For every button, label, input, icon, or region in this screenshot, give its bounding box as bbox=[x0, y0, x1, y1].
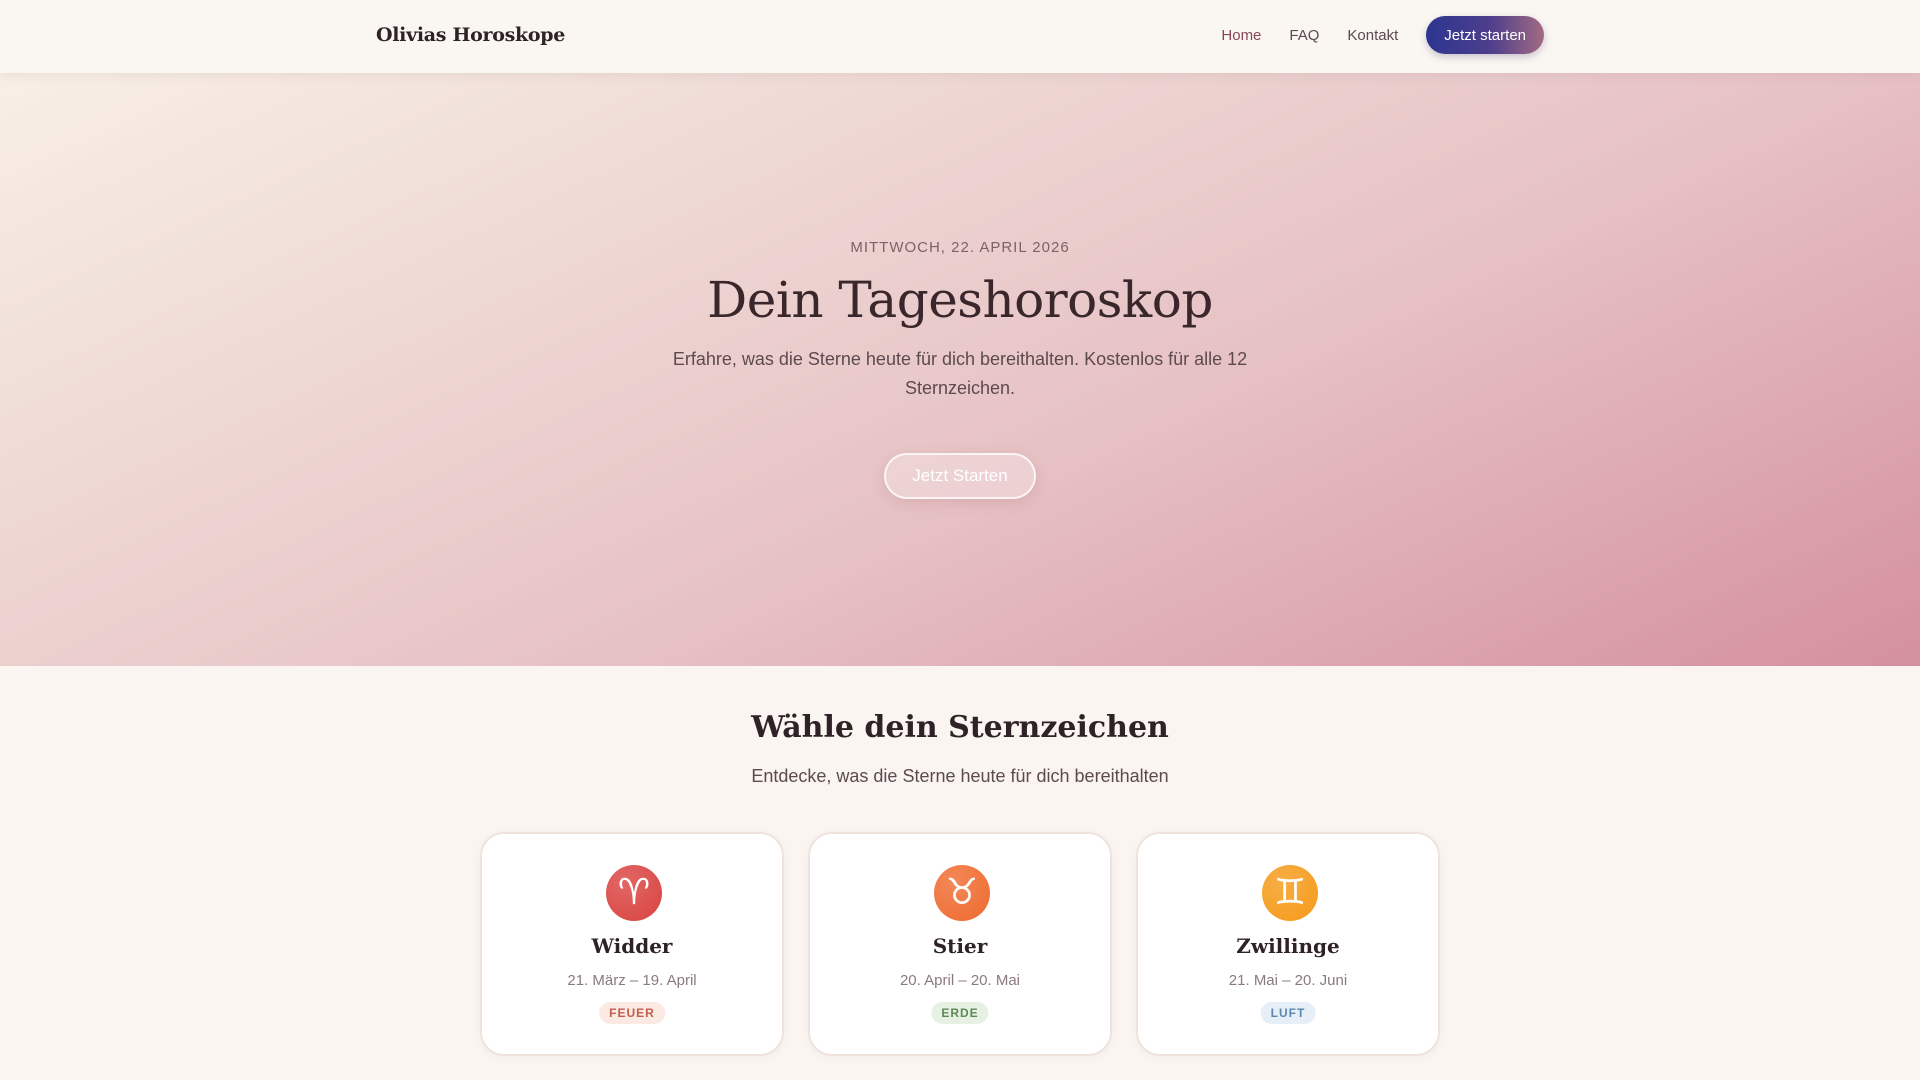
hero-title: Dein Tageshoroskop bbox=[707, 271, 1213, 329]
sign-cards: ♈ Widder 21. März – 19. April FEUER ♉ St… bbox=[480, 832, 1440, 1056]
element-badge: ERDE bbox=[931, 1002, 989, 1024]
sign-name: Zwillinge bbox=[1236, 934, 1340, 958]
sign-card-zwillinge[interactable]: ♊ Zwillinge 21. Mai – 20. Juni LUFT bbox=[1136, 832, 1440, 1056]
element-badge: FEUER bbox=[599, 1002, 665, 1024]
top-navigation: Olivias Horoskope Home FAQ Kontakt Jetzt… bbox=[0, 0, 1920, 73]
aries-icon: ♈ bbox=[606, 865, 662, 921]
hero-date: MITTWOCH, 22. APRIL 2026 bbox=[850, 239, 1070, 256]
sign-dates: 20. April – 20. Mai bbox=[899, 972, 1021, 989]
nav-start-button[interactable]: Jetzt starten bbox=[1426, 16, 1544, 54]
brand-logo[interactable]: Olivias Horoskope bbox=[376, 24, 565, 46]
sign-name: Stier bbox=[932, 934, 988, 958]
signs-section-subtitle: Entdecke, was die Sterne heute für dich … bbox=[751, 766, 1169, 786]
sign-card-widder[interactable]: ♈ Widder 21. März – 19. April FEUER bbox=[480, 832, 784, 1056]
sign-card-stier[interactable]: ♉ Stier 20. April – 20. Mai ERDE bbox=[808, 832, 1112, 1056]
nav-link-home[interactable]: Home bbox=[1221, 27, 1261, 44]
nav-link-faq[interactable]: FAQ bbox=[1289, 27, 1319, 44]
nav-links: Home FAQ Kontakt Jetzt starten bbox=[1193, 16, 1544, 54]
hero-subtitle: Erfahre, was die Sterne heute für dich b… bbox=[672, 349, 1248, 398]
hero-section: MITTWOCH, 22. APRIL 2026 Dein Tageshoros… bbox=[0, 73, 1920, 666]
hero-start-button[interactable]: Jetzt Starten bbox=[884, 453, 1036, 499]
element-badge: LUFT bbox=[1260, 1002, 1316, 1024]
signs-section-title: Wähle dein Sternzeichen bbox=[751, 710, 1169, 745]
taurus-icon: ♉ bbox=[934, 865, 990, 921]
nav-link-kontakt[interactable]: Kontakt bbox=[1347, 27, 1398, 44]
sign-dates: 21. März – 19. April bbox=[567, 972, 697, 989]
sign-name: Widder bbox=[591, 934, 673, 958]
gemini-icon: ♊ bbox=[1262, 865, 1318, 921]
sign-dates: 21. Mai – 20. Juni bbox=[1228, 972, 1348, 989]
